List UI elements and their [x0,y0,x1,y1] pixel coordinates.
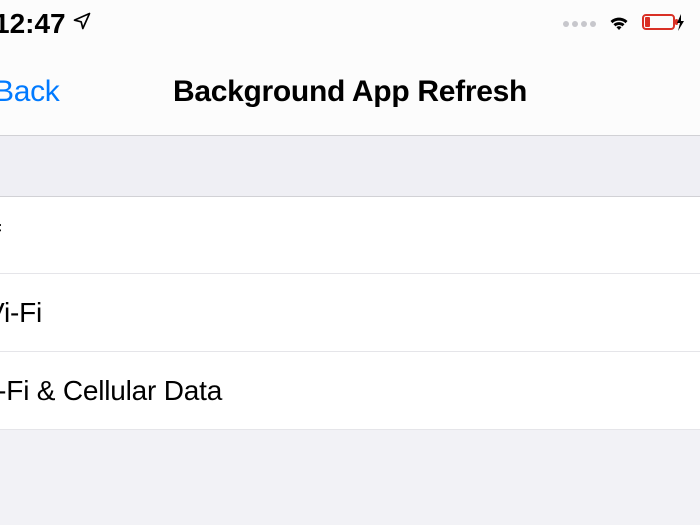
nav-bar: Back Background App Refresh [0,48,700,136]
option-label: 'i-Fi & Cellular Data [0,375,222,407]
location-arrow-icon [72,6,92,38]
battery-low-charging-icon [642,12,684,37]
option-label: Vi-Fi [0,297,42,329]
section-spacer [0,136,700,196]
status-bar: 12:47 [0,0,700,48]
option-wifi[interactable]: Vi-Fi [0,274,700,352]
page-title: Background App Refresh [0,75,700,109]
status-time: 12:47 [0,8,66,40]
status-left: 12:47 [0,8,92,40]
option-label: ff [0,219,1,251]
back-label: Back [0,75,60,109]
option-off[interactable]: ff [0,196,700,274]
back-button[interactable]: Back [0,75,60,109]
option-wifi-cellular[interactable]: 'i-Fi & Cellular Data [0,352,700,430]
status-right [563,12,684,37]
wifi-icon [606,12,632,37]
options-list: ff Vi-Fi 'i-Fi & Cellular Data [0,196,700,430]
signal-dots-icon [563,21,596,27]
